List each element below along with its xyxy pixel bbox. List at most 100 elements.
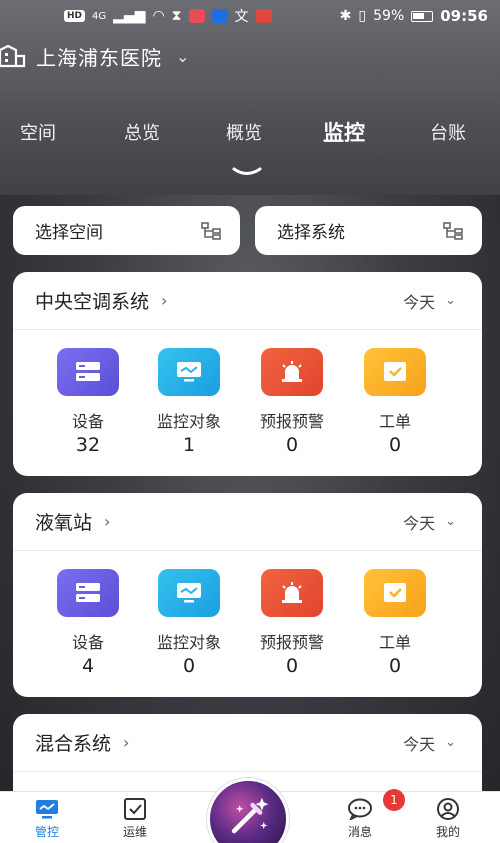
tab-space[interactable]: 空间 [20, 119, 56, 145]
clock-time: 09:56 [440, 7, 488, 25]
tab-overview[interactable]: 总览 [124, 119, 160, 145]
battery-icon [411, 10, 434, 22]
translate-icon: 文 [234, 9, 249, 25]
stat-work-order[interactable]: 工单 0 [350, 569, 440, 677]
top-tab-bar: 空间 总览 概览 监控 台账 [0, 112, 500, 152]
stat-label: 预报预警 [259, 412, 324, 431]
monitor-screen-icon [158, 569, 220, 617]
stat-value: 0 [388, 434, 402, 456]
date-range-dropdown[interactable]: 今天 ⌄ [403, 289, 456, 313]
stat-monitor-object[interactable]: 监控对象 1 [144, 348, 234, 456]
vibrate-icon: ▯ [358, 8, 367, 24]
stat-label: 工单 [378, 633, 411, 652]
status-right: ✱ ▯ 59% 09:56 [340, 7, 488, 25]
card-title: 混合系统 [35, 733, 112, 755]
alarm-siren-icon [261, 569, 323, 617]
nav-label: 管控 [34, 825, 59, 839]
tree-structure-icon [443, 221, 463, 240]
stat-value: 0 [182, 655, 196, 677]
work-order-icon [364, 569, 426, 617]
date-range-dropdown[interactable]: 今天 ⌄ [403, 510, 456, 534]
card-header: 中央空调系统 › 今天 ⌄ [13, 272, 482, 330]
card-header: 液氧站 › 今天 ⌄ [13, 493, 482, 551]
nav-profile[interactable]: 我的 [418, 798, 478, 840]
stat-label: 设备 [71, 412, 104, 431]
select-space-button[interactable]: 选择空间 [13, 206, 240, 255]
select-space-label: 选择空间 [35, 223, 103, 243]
stat-device[interactable]: 设备 32 [43, 348, 133, 456]
magic-wand-icon [231, 797, 269, 834]
monitor-icon [36, 800, 58, 819]
card-title: 液氧站 [35, 512, 93, 534]
wifi-icon: ◠ [152, 8, 165, 24]
stat-label: 预报预警 [259, 633, 324, 652]
card-title-link[interactable]: 混合系统 › [35, 729, 129, 756]
date-range-dropdown[interactable]: 今天 ⌄ [403, 731, 456, 755]
stat-monitor-object[interactable]: 监控对象 0 [144, 569, 234, 677]
chevron-right-icon: › [123, 733, 130, 752]
select-system-button[interactable]: 选择系统 [255, 206, 482, 255]
chevron-right-icon: › [161, 291, 168, 310]
card-title-link[interactable]: 中央空调系统 › [35, 287, 167, 314]
nav-label: 运维 [122, 825, 147, 839]
stat-forecast-alarm[interactable]: 预报预警 0 [247, 348, 337, 456]
chevron-down-icon: ⌄ [176, 46, 190, 66]
user-icon [437, 798, 459, 820]
status-left: HD 4G ▂▄▆ ◠ ⧗ 文 [64, 6, 272, 26]
bluetooth-icon: ✱ [339, 8, 352, 24]
chevron-down-icon: ⌄ [445, 293, 456, 308]
card-stats: 设备 32 监控对象 1 预报预警 0 工单 0 [13, 330, 482, 476]
tab-monitor[interactable]: 监控 [323, 117, 365, 147]
select-system-label: 选择系统 [277, 223, 345, 243]
signal-indicator: 4G [92, 10, 107, 22]
stat-value: 1 [182, 434, 196, 456]
stat-work-order[interactable]: 工单 0 [350, 348, 440, 456]
stat-device[interactable]: 设备 4 [43, 569, 133, 677]
chevron-down-icon: ⌄ [445, 514, 456, 529]
card-title-link[interactable]: 液氧站 › [35, 508, 110, 535]
stat-label: 工单 [378, 412, 411, 431]
chevron-down-icon: ⌄ [445, 735, 456, 750]
card-title: 中央空调系统 [35, 291, 150, 313]
stat-forecast-alarm[interactable]: 预报预警 0 [247, 569, 337, 677]
date-range-label: 今天 [403, 292, 436, 312]
zhihu-app-icon [211, 9, 228, 23]
building-icon [0, 44, 26, 68]
message-badge: 1 [383, 789, 405, 811]
tab-ledger[interactable]: 台账 [430, 119, 466, 145]
stat-value: 0 [285, 655, 299, 677]
device-list-icon [57, 569, 119, 617]
date-range-label: 今天 [403, 734, 436, 754]
nav-label: 消息 [347, 825, 372, 839]
nav-control[interactable]: 管控 [17, 798, 77, 840]
stat-value: 32 [75, 434, 101, 456]
collapse-handle-icon[interactable] [232, 166, 262, 178]
mail-app-icon [255, 9, 272, 23]
tree-structure-icon [201, 221, 221, 240]
checkbox-icon [124, 798, 146, 820]
hospital-selector[interactable]: 上海浦东医院 ⌄ [0, 40, 189, 72]
hourglass-icon: ⧗ [171, 8, 182, 24]
hd-badge: HD [64, 10, 86, 22]
tab-summary[interactable]: 概览 [226, 119, 262, 145]
nav-maintenance[interactable]: 运维 [105, 798, 165, 840]
stat-value: 4 [81, 655, 95, 677]
stat-label: 监控对象 [156, 412, 221, 431]
chat-icon [348, 798, 372, 820]
hospital-name: 上海浦东医院 [36, 45, 162, 70]
magic-wand-button[interactable] [207, 778, 289, 843]
chevron-right-icon: › [104, 512, 111, 531]
signal-bars-icon: ▂▄▆ [113, 8, 146, 24]
card-stats: 设备 4 监控对象 0 预报预警 0 工单 0 [13, 551, 482, 697]
heart-app-icon [188, 9, 205, 23]
date-range-label: 今天 [403, 513, 436, 533]
nav-messages[interactable]: 消息 [330, 798, 390, 840]
stat-label: 设备 [71, 633, 104, 652]
card-header: 混合系统 › 今天 ⌄ [13, 714, 482, 772]
stat-value: 0 [285, 434, 299, 456]
nav-label: 我的 [435, 825, 460, 839]
work-order-icon [364, 348, 426, 396]
alarm-siren-icon [261, 348, 323, 396]
system-card-hvac: 中央空调系统 › 今天 ⌄ 设备 32 监控对象 1 预报预警 0 工单 0 [13, 272, 482, 476]
system-card-liquid-oxygen: 液氧站 › 今天 ⌄ 设备 4 监控对象 0 预报预警 0 工单 0 [13, 493, 482, 697]
